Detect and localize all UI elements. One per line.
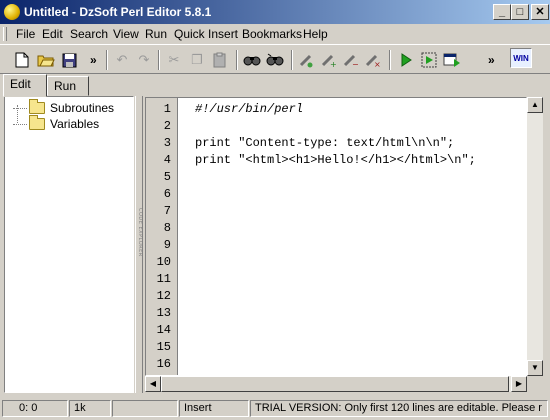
- vertical-scrollbar[interactable]: ▲ ▼: [527, 97, 543, 376]
- status-insert-mode: Insert: [179, 400, 249, 417]
- window-title: Untitled - DzSoft Perl Editor 5.8.1: [24, 5, 212, 19]
- scrollbar-corner: [527, 376, 543, 392]
- line-number: 13: [156, 306, 171, 320]
- status-file-size: 1k: [69, 400, 111, 417]
- status-message: TRIAL VERSION: Only first 120 lines are …: [250, 400, 548, 417]
- run-icon[interactable]: [396, 50, 416, 70]
- status-empty-panel: [112, 400, 178, 417]
- splitter-label: CODE EXPLORER: [137, 208, 143, 257]
- run-browser-icon[interactable]: [442, 50, 462, 70]
- svg-text:+: +: [330, 60, 336, 68]
- title-bar[interactable]: Untitled - DzSoft Perl Editor 5.8.1 _ □ …: [0, 0, 550, 24]
- cut-icon[interactable]: ✂: [164, 50, 184, 70]
- line-number: 2: [163, 119, 171, 133]
- toolbar-overflow-1[interactable]: »: [90, 53, 97, 67]
- horizontal-scrollbar[interactable]: ◀ ▶: [145, 376, 527, 392]
- menu-view[interactable]: View: [113, 27, 139, 41]
- add-check-icon[interactable]: +: [318, 50, 338, 70]
- code-editor[interactable]: 1 2 3 4 5 6 7 8 9 10 11 12 13 14 15 16 #…: [145, 97, 527, 376]
- line-number: 15: [156, 340, 171, 354]
- menu-grip: [3, 27, 7, 41]
- line-number: 4: [163, 153, 171, 167]
- line-number: 11: [156, 272, 171, 286]
- replace-icon[interactable]: [265, 50, 285, 70]
- horizontal-scroll-thumb[interactable]: [161, 376, 509, 392]
- toolbar-separator: [291, 50, 293, 70]
- line-number: 3: [163, 136, 171, 150]
- app-window: Untitled - DzSoft Perl Editor 5.8.1 _ □ …: [0, 0, 550, 420]
- tab-strip: Edit Run: [0, 74, 140, 97]
- line-number: 7: [163, 204, 171, 218]
- run-step-icon[interactable]: [419, 50, 439, 70]
- win-button[interactable]: WIN: [510, 48, 532, 68]
- tree-item-label: Variables: [50, 117, 100, 131]
- toolbar-separator: [106, 50, 108, 70]
- paste-icon[interactable]: [210, 50, 230, 70]
- line-number-gutter: 1 2 3 4 5 6 7 8 9 10 11 12 13 14 15 16: [146, 98, 178, 375]
- menu-run[interactable]: Run: [145, 27, 167, 41]
- open-folder-icon[interactable]: [36, 50, 56, 70]
- scroll-right-arrow-icon[interactable]: ▶: [511, 376, 527, 392]
- menu-bar: File Edit Search View Run Quick Insert B…: [0, 24, 550, 44]
- remove-check-icon[interactable]: −: [340, 50, 360, 70]
- line-number: 5: [163, 170, 171, 184]
- copy-icon[interactable]: ❐: [187, 50, 207, 70]
- line-number: 16: [156, 357, 171, 371]
- find-icon[interactable]: [242, 50, 262, 70]
- undo-icon[interactable]: ↶: [112, 50, 132, 70]
- clear-check-icon[interactable]: ×: [362, 50, 382, 70]
- toolbar-overflow-2[interactable]: »: [488, 53, 495, 67]
- save-icon[interactable]: [59, 50, 79, 70]
- folder-icon: [29, 99, 45, 114]
- code-line-4: print "<html><h1>Hello!</h1></html>\n";: [195, 153, 476, 167]
- menu-help[interactable]: Help: [303, 27, 328, 41]
- menu-bookmarks[interactable]: Bookmarks: [242, 27, 302, 41]
- syntax-check-icon[interactable]: [296, 50, 316, 70]
- close-button[interactable]: ✕: [531, 4, 549, 20]
- toolbar-separator: [158, 50, 160, 70]
- minimize-button[interactable]: _: [493, 4, 511, 20]
- menu-quick-insert[interactable]: Quick Insert: [174, 27, 238, 41]
- line-number: 9: [163, 238, 171, 252]
- line-number: 14: [156, 323, 171, 337]
- line-number: 12: [156, 289, 171, 303]
- code-explorer-tree: Subroutines Variables: [4, 96, 134, 393]
- folder-icon: [29, 115, 45, 130]
- status-cursor-position: 0: 0: [2, 400, 68, 417]
- toolbar-separator: [236, 50, 238, 70]
- tree-item-variables[interactable]: Variables: [13, 115, 100, 132]
- redo-icon[interactable]: ↷: [134, 50, 154, 70]
- line-number: 1: [163, 102, 171, 116]
- tree-item-label: Subroutines: [50, 101, 115, 115]
- scroll-up-arrow-icon[interactable]: ▲: [527, 97, 543, 113]
- maximize-button[interactable]: □: [511, 4, 529, 20]
- menu-search[interactable]: Search: [70, 27, 108, 41]
- scroll-down-arrow-icon[interactable]: ▼: [527, 360, 543, 376]
- line-number: 10: [156, 255, 171, 269]
- code-line-1: #!/usr/bin/perl: [195, 102, 304, 116]
- tab-run[interactable]: Run: [47, 76, 89, 96]
- menu-file[interactable]: File: [16, 27, 35, 41]
- line-number: 8: [163, 221, 171, 235]
- scroll-left-arrow-icon[interactable]: ◀: [145, 376, 161, 392]
- new-file-icon[interactable]: [12, 50, 32, 70]
- svg-text:−: −: [352, 60, 358, 68]
- status-bar: 0: 0 1k Insert TRIAL VERSION: Only first…: [0, 398, 550, 420]
- code-line-3: print "Content-type: text/html\n\n";: [195, 136, 455, 150]
- app-logo-icon: [4, 4, 20, 20]
- toolbar: » ↶ ↷ ✂ ❐ + − × »: [0, 44, 550, 74]
- tree-item-subroutines[interactable]: Subroutines: [13, 99, 115, 116]
- menu-edit[interactable]: Edit: [42, 27, 63, 41]
- svg-text:×: ×: [374, 60, 380, 68]
- tab-edit[interactable]: Edit: [3, 74, 47, 97]
- line-number: 6: [163, 187, 171, 201]
- pane-splitter[interactable]: CODE EXPLORER: [135, 96, 143, 393]
- toolbar-separator: [389, 50, 391, 70]
